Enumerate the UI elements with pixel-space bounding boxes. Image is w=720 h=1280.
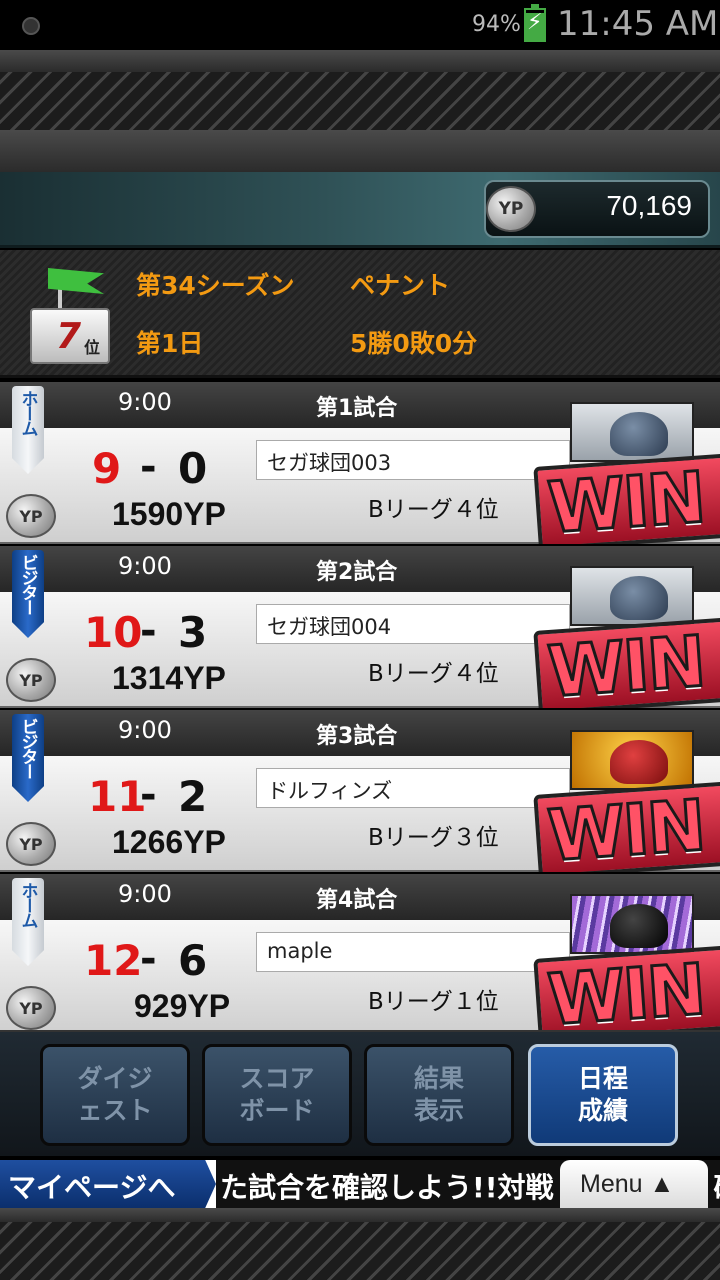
player-thumbnail bbox=[570, 566, 694, 626]
score-us: 11 bbox=[88, 772, 147, 821]
match-time: 9:00 bbox=[118, 552, 172, 580]
player-thumbnail bbox=[570, 402, 694, 462]
opponent-box: maple bbox=[256, 932, 570, 972]
battery-percent: 94% bbox=[472, 12, 521, 37]
helmet-icon bbox=[610, 904, 668, 948]
home-tag: ホーム bbox=[12, 386, 44, 474]
yp-earned: 929YP bbox=[134, 988, 231, 1024]
ticker-tail: 確 bbox=[714, 1171, 720, 1204]
yp-earned: 1266YP bbox=[112, 824, 226, 860]
match-time: 9:00 bbox=[118, 716, 172, 744]
opponent-name: maple bbox=[267, 939, 333, 963]
score-us: 9 bbox=[92, 444, 122, 493]
top-band bbox=[0, 50, 720, 72]
yp-coin-icon: YP bbox=[6, 494, 56, 538]
score-them: 2 bbox=[178, 772, 208, 821]
clock: 11:45 AM bbox=[557, 4, 719, 44]
score-them: 0 bbox=[178, 444, 208, 493]
yp-earned: 1590YP bbox=[112, 496, 226, 532]
match-time: 9:00 bbox=[118, 880, 172, 908]
match-row[interactable]: ビジター 9:00 第2試合 10 - 3 セガ球団004 YP 1314YP … bbox=[0, 546, 720, 708]
score-us: 12 bbox=[84, 936, 143, 985]
tab-result[interactable]: 結果 表示 bbox=[364, 1044, 514, 1146]
visitor-tag: ビジター bbox=[12, 550, 44, 638]
win-badge: WIN bbox=[533, 945, 720, 1036]
menu-button[interactable]: Menu ▲ bbox=[560, 1160, 708, 1208]
season-label: 第34シーズン bbox=[136, 271, 295, 300]
rank-badge: 7 位 bbox=[30, 308, 110, 364]
opponent-box: ドルフィンズ bbox=[256, 768, 570, 808]
flag-icon bbox=[48, 268, 104, 294]
game-number: 第1試合 bbox=[316, 396, 398, 421]
day-label: 第1日 bbox=[136, 329, 204, 358]
score-dash: - bbox=[140, 444, 157, 490]
win-badge: WIN bbox=[533, 453, 720, 544]
player-thumbnail bbox=[570, 730, 694, 790]
visitor-tag: ビジター bbox=[12, 714, 44, 802]
score-them: 3 bbox=[178, 608, 208, 657]
score-them: 6 bbox=[178, 936, 208, 985]
helmet-icon bbox=[610, 576, 668, 620]
score-dash: - bbox=[140, 772, 157, 818]
header: YP 70,169 bbox=[0, 172, 720, 248]
yp-balance-value: 70,169 bbox=[606, 190, 692, 221]
bottom-stripe bbox=[0, 1222, 720, 1280]
score-us: 10 bbox=[84, 608, 143, 657]
top-stripe bbox=[0, 72, 720, 130]
status-bar: 94% ⚡ 11:45 AM bbox=[0, 0, 720, 50]
opponent-name: セガ球団004 bbox=[267, 615, 392, 639]
opponent-box: セガ球団003 bbox=[256, 440, 570, 480]
tab-digest[interactable]: ダイジ ェスト bbox=[40, 1044, 190, 1146]
opponent-name: セガ球団003 bbox=[267, 451, 392, 475]
bottom-band bbox=[0, 1208, 720, 1222]
notification-icon bbox=[22, 17, 40, 35]
game-number: 第3試合 bbox=[316, 724, 398, 749]
ticker-text: た試合を確認しよう!!対戦 bbox=[220, 1171, 554, 1204]
yp-balance: YP 70,169 bbox=[484, 180, 710, 238]
game-number: 第2試合 bbox=[316, 560, 398, 585]
match-row[interactable]: ホーム 9:00 第1試合 9 - 0 セガ球団003 YP 1590YP Bリ… bbox=[0, 382, 720, 544]
opponent-box: セガ球団004 bbox=[256, 604, 570, 644]
win-badge: WIN bbox=[533, 617, 720, 708]
match-row[interactable]: ビジター 9:00 第3試合 11 - 2 ドルフィンズ YP 1266YP B… bbox=[0, 710, 720, 872]
opponent-league: Bリーグ３位 bbox=[368, 825, 499, 851]
tab-schedule[interactable]: 日程 成績 bbox=[528, 1044, 678, 1146]
helmet-icon bbox=[610, 740, 668, 784]
helmet-icon bbox=[610, 412, 668, 456]
opponent-league: Bリーグ４位 bbox=[368, 497, 499, 523]
score-dash: - bbox=[140, 608, 157, 654]
opponent-league: Bリーグ４位 bbox=[368, 661, 499, 687]
opponent-league: Bリーグ１位 bbox=[368, 989, 499, 1015]
yp-coin-icon: YP bbox=[6, 986, 56, 1030]
record-label: 5勝0敗0分 bbox=[350, 329, 478, 358]
season-panel: 7 位 第34シーズン ペナント 第1日 5勝0敗0分 bbox=[0, 250, 720, 378]
yp-coin-icon: YP bbox=[6, 658, 56, 702]
win-badge: WIN bbox=[533, 781, 720, 872]
score-dash: - bbox=[140, 936, 157, 982]
top-band-2 bbox=[0, 130, 720, 172]
mypage-button[interactable]: マイページへ bbox=[0, 1160, 216, 1208]
yp-earned: 1314YP bbox=[112, 660, 226, 696]
yp-coin-icon: YP bbox=[6, 822, 56, 866]
opponent-name: ドルフィンズ bbox=[267, 779, 393, 803]
tab-scoreboard[interactable]: スコア ボード bbox=[202, 1044, 352, 1146]
match-row[interactable]: ホーム 9:00 第4試合 12 - 6 maple YP 929YP Bリーグ… bbox=[0, 874, 720, 1036]
game-number: 第4試合 bbox=[316, 888, 398, 913]
charging-icon: ⚡ bbox=[527, 10, 543, 35]
player-thumbnail bbox=[570, 894, 694, 954]
match-time: 9:00 bbox=[118, 388, 172, 416]
rank-suffix: 位 bbox=[84, 338, 101, 357]
bottom-tab-bar: ダイジ ェスト スコア ボード 結果 表示 日程 成績 bbox=[0, 1030, 720, 1156]
mode-label: ペナント bbox=[350, 271, 451, 300]
yp-coin-icon: YP bbox=[486, 186, 536, 232]
rank-number: 7 bbox=[56, 316, 82, 357]
home-tag: ホーム bbox=[12, 878, 44, 966]
